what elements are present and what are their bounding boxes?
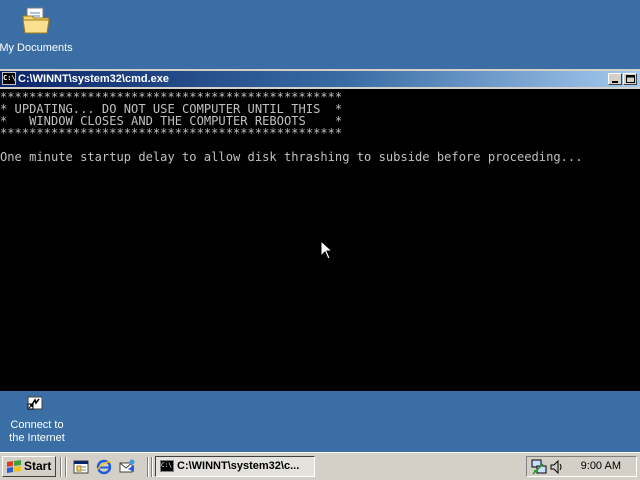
taskbar-separator — [60, 457, 62, 477]
mouse-pointer-icon — [320, 240, 332, 260]
network-icon[interactable] — [531, 459, 547, 475]
windows-logo-icon — [7, 460, 21, 473]
outlook-express-icon[interactable] — [119, 459, 135, 475]
console-line: ****************************************… — [0, 126, 343, 140]
desktop-icon-connect-to-internet[interactable]: Connect to the Internet — [0, 395, 77, 445]
console-output: ****************************************… — [0, 91, 582, 163]
desktop-icon-my-documents[interactable]: My Documents — [0, 4, 76, 55]
show-desktop-icon[interactable] — [73, 459, 89, 475]
command-prompt-icon: C:\ — [160, 460, 174, 472]
taskbar: Start C:\ C:\WINNT\system32\c... 9:00 AM — [0, 452, 640, 480]
volume-icon[interactable] — [550, 460, 564, 474]
taskbar-separator — [147, 457, 149, 477]
taskbar-separator — [151, 457, 153, 477]
system-tray: 9:00 AM — [526, 456, 637, 477]
command-prompt-icon[interactable]: C:\ — [2, 72, 16, 85]
start-label: Start — [24, 459, 52, 473]
desktop-icon-label: My Documents — [0, 42, 73, 54]
restore-button[interactable] — [608, 73, 622, 85]
connect-internet-icon — [0, 395, 77, 417]
console-window[interactable]: C:\ C:\WINNT\system32\cmd.exe **********… — [0, 69, 640, 391]
desktop-icon-label-line: the Internet — [9, 432, 65, 444]
internet-explorer-icon[interactable] — [96, 459, 112, 475]
clock[interactable]: 9:00 AM — [581, 457, 621, 476]
console-line: One minute startup delay to allow disk t… — [0, 150, 583, 164]
restore-icon — [612, 81, 618, 83]
taskbar-separator — [65, 457, 67, 477]
taskbar-button-label: C:\WINNT\system32\c... — [177, 460, 300, 472]
folder-documents-icon — [0, 4, 76, 40]
desktop-icon-label-line: Connect to — [10, 419, 64, 431]
window-titlebar[interactable]: C:\ C:\WINNT\system32\cmd.exe — [0, 71, 640, 87]
start-button[interactable]: Start — [2, 456, 56, 477]
maximize-icon — [626, 75, 635, 83]
window-title: C:\WINNT\system32\cmd.exe — [18, 73, 169, 85]
maximize-button[interactable] — [623, 73, 637, 85]
taskbar-button-cmd[interactable]: C:\ C:\WINNT\system32\c... — [155, 456, 315, 477]
